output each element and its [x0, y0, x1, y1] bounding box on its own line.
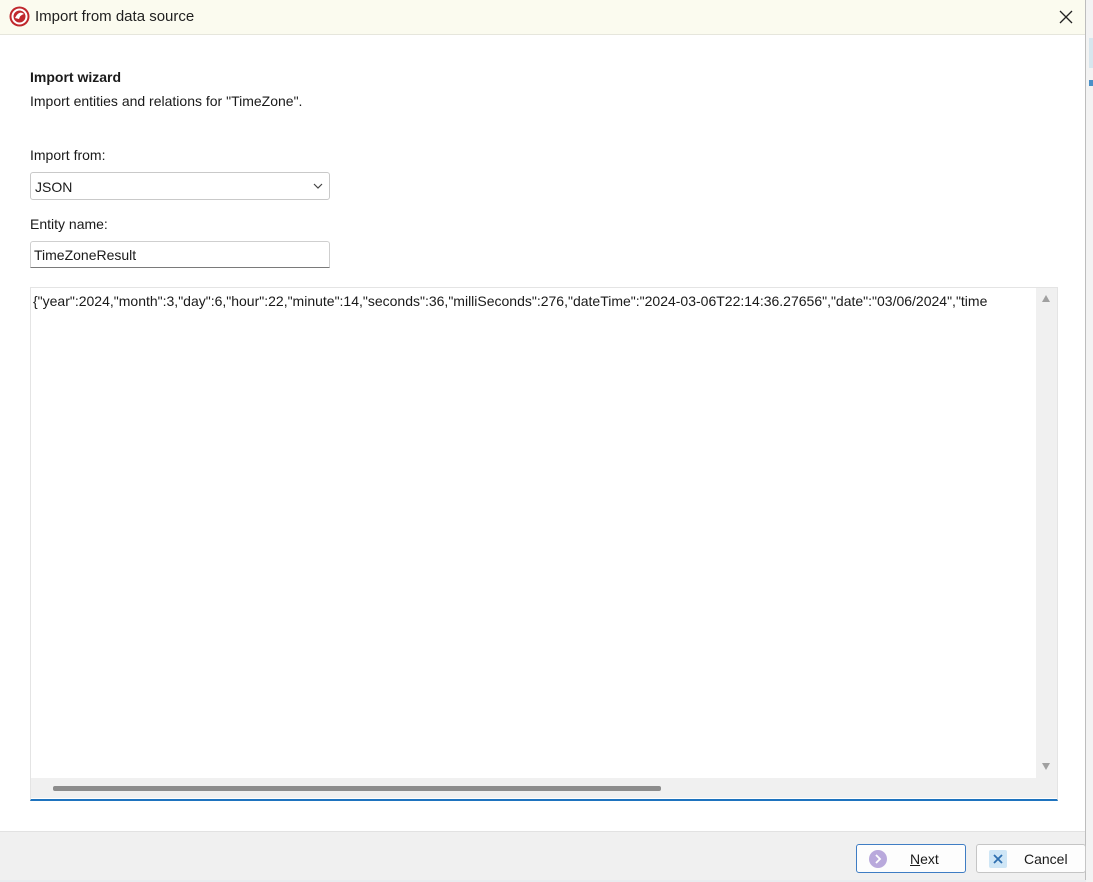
- import-dialog: Import from data source Import wizard Im…: [0, 0, 1086, 880]
- chevron-right-circle-icon: [869, 850, 887, 868]
- json-content: {"year":2024,"month":3,"day":6,"hour":22…: [33, 293, 988, 309]
- dialog-content: Import wizard Import entities and relati…: [0, 35, 1085, 831]
- background-accent: [1089, 38, 1093, 68]
- scroll-up-icon[interactable]: [1041, 294, 1051, 303]
- horizontal-scroll-thumb[interactable]: [53, 786, 661, 791]
- chevron-down-icon: [313, 183, 323, 189]
- vertical-scrollbar[interactable]: [1036, 288, 1057, 778]
- entity-name-field[interactable]: TimeZoneResult: [30, 241, 330, 268]
- background-window-edge: [1086, 0, 1093, 882]
- close-icon: [989, 850, 1007, 868]
- app-logo-icon: [9, 6, 30, 27]
- import-from-label: Import from:: [30, 147, 106, 163]
- next-button-label: Next: [910, 851, 939, 867]
- background-accent: [1089, 80, 1093, 86]
- window-title: Import from data source: [35, 8, 195, 25]
- title-bar: Import from data source: [0, 0, 1085, 35]
- horizontal-scrollbar[interactable]: [31, 778, 1057, 798]
- wizard-description: Import entities and relations for "TimeZ…: [30, 93, 303, 109]
- close-icon: [1059, 10, 1073, 24]
- entity-name-label: Entity name:: [30, 216, 108, 232]
- json-text-editor[interactable]: {"year":2024,"month":3,"day":6,"hour":22…: [30, 287, 1058, 801]
- entity-name-value: TimeZoneResult: [34, 247, 137, 263]
- dialog-footer: Next Cancel: [0, 831, 1086, 880]
- cancel-button[interactable]: Cancel: [976, 844, 1086, 873]
- import-from-select[interactable]: JSON: [30, 172, 330, 200]
- scroll-down-icon[interactable]: [1041, 762, 1051, 771]
- close-button[interactable]: [1050, 2, 1082, 32]
- import-from-value: JSON: [35, 179, 73, 195]
- cancel-button-label: Cancel: [1024, 851, 1068, 867]
- wizard-heading: Import wizard: [30, 69, 122, 85]
- next-button[interactable]: Next: [856, 844, 966, 873]
